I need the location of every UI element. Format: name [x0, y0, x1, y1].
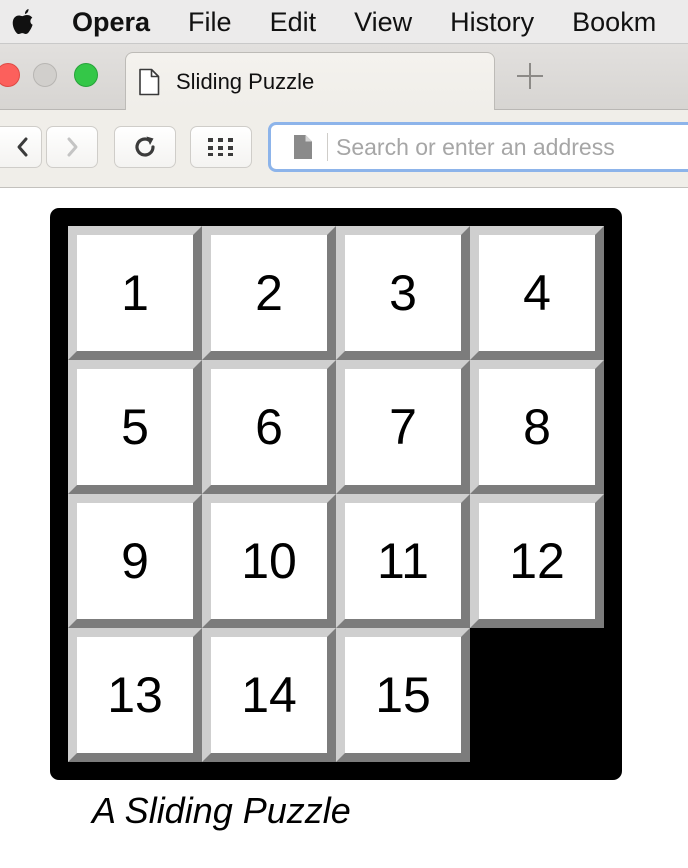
tile-number: 8: [523, 399, 551, 455]
tile-number: 15: [375, 667, 431, 723]
chevron-right-icon: [67, 137, 78, 157]
grid-icon: [208, 138, 233, 156]
close-window-button[interactable]: [0, 63, 20, 87]
apple-logo-icon[interactable]: [10, 7, 36, 37]
menu-bookmarks[interactable]: Bookm: [572, 0, 656, 44]
puzzle-tile-2[interactable]: 2: [202, 226, 336, 360]
tile-number: 11: [377, 533, 429, 589]
empty-slot: [470, 628, 604, 762]
tab-sliding-puzzle[interactable]: Sliding Puzzle: [125, 52, 495, 110]
puzzle-board: 1 2 3 4 5 6 7 8 9 10 11 12 13 14 15: [50, 208, 622, 780]
chevron-left-icon: [17, 137, 28, 157]
menu-edit[interactable]: Edit: [270, 0, 317, 44]
tile-number: 6: [255, 399, 283, 455]
puzzle-tile-14[interactable]: 14: [202, 628, 336, 762]
puzzle-tile-10[interactable]: 10: [202, 494, 336, 628]
puzzle-tile-5[interactable]: 5: [68, 360, 202, 494]
puzzle-tile-12[interactable]: 12: [470, 494, 604, 628]
plus-icon: [517, 63, 543, 89]
puzzle-tile-6[interactable]: 6: [202, 360, 336, 494]
tile-number: 5: [121, 399, 149, 455]
menu-bar: Opera File Edit View History Bookm: [0, 0, 688, 44]
browser-window: Opera File Edit View History Bookm Slidi…: [0, 0, 688, 868]
tile-number: 7: [389, 399, 417, 455]
tile-number: 1: [121, 265, 149, 321]
page-icon: [293, 134, 313, 160]
new-tab-button[interactable]: [512, 58, 548, 94]
puzzle-tile-8[interactable]: 8: [470, 360, 604, 494]
puzzle-tile-13[interactable]: 13: [68, 628, 202, 762]
back-button[interactable]: [0, 126, 42, 168]
puzzle-tile-3[interactable]: 3: [336, 226, 470, 360]
tab-strip: Sliding Puzzle: [0, 44, 688, 110]
address-separator: [327, 133, 328, 161]
forward-button[interactable]: [46, 126, 98, 168]
tile-number: 2: [255, 265, 283, 321]
tile-number: 9: [121, 533, 149, 589]
document-icon: [138, 68, 160, 96]
puzzle-tile-7[interactable]: 7: [336, 360, 470, 494]
menu-app-opera[interactable]: Opera: [72, 0, 150, 44]
zoom-window-button[interactable]: [74, 63, 98, 87]
menu-history[interactable]: History: [450, 0, 534, 44]
reload-button[interactable]: [114, 126, 176, 168]
tile-number: 10: [241, 533, 297, 589]
puzzle-tile-4[interactable]: 4: [470, 226, 604, 360]
tile-number: 14: [241, 667, 297, 723]
menu-file[interactable]: File: [188, 0, 232, 44]
browser-toolbar: [0, 110, 688, 188]
address-bar[interactable]: [268, 122, 688, 172]
puzzle-caption: A Sliding Puzzle: [92, 790, 351, 831]
puzzle-tile-11[interactable]: 11: [336, 494, 470, 628]
tile-number: 12: [509, 533, 565, 589]
tab-title: Sliding Puzzle: [176, 68, 315, 94]
tile-number: 4: [523, 265, 551, 321]
minimize-window-button[interactable]: [33, 63, 57, 87]
puzzle-tile-15[interactable]: 15: [336, 628, 470, 762]
speed-dial-button[interactable]: [190, 126, 252, 168]
tile-number: 13: [107, 667, 163, 723]
tile-number: 3: [389, 265, 417, 321]
puzzle-tile-1[interactable]: 1: [68, 226, 202, 360]
address-input[interactable]: [336, 133, 688, 161]
puzzle-tile-9[interactable]: 9: [68, 494, 202, 628]
reload-icon: [135, 136, 155, 157]
menu-view[interactable]: View: [354, 0, 412, 44]
